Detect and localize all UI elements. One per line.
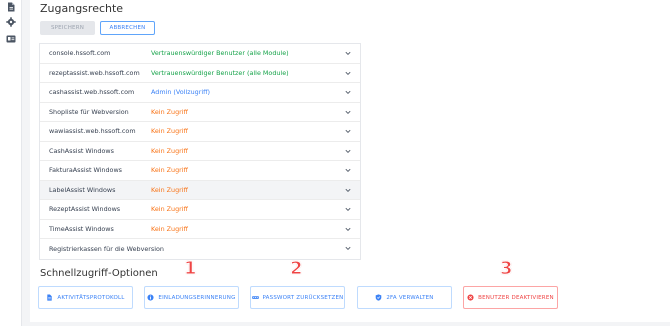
quick-option-label: 2FA VERWALTEN <box>386 294 434 301</box>
quick-option-label: EINLADUNGSERINNERUNG <box>158 294 236 301</box>
chevron-down-icon[interactable] <box>345 149 351 154</box>
access-row[interactable]: FakturaAssist Windows Kein Zugriff <box>40 161 360 181</box>
access-row[interactable]: Shopliste für Webversion Kein Zugriff <box>40 103 360 122</box>
access-rights-list: console.hssoft.com Vertrauenswürdiger Ben… <box>39 43 361 260</box>
access-row[interactable]: wawiassist.web.hssoft.com Kein Zugriff <box>40 122 360 142</box>
info-circle-icon <box>147 294 154 301</box>
reset-password-button[interactable]: PASSWORT ZURÜCKSETZEN <box>250 286 345 309</box>
access-row[interactable]: cashassist.web.hssoft.com Admin (Vollzugr… <box>40 83 360 103</box>
access-row-name: console.hssoft.com <box>49 49 111 58</box>
access-row[interactable]: RezeptAssist Windows Kein Zugriff <box>40 200 360 220</box>
access-row-name: cashassist.web.hssoft.com <box>49 88 135 97</box>
access-row[interactable]: rezeptassist.web.hssoft.com Vertrauenswür… <box>40 64 360 83</box>
access-row-permission: Kein Zugriff <box>151 146 188 155</box>
access-row-name: TimeAssist Windows <box>49 224 114 233</box>
annotation-number-3: 3 <box>500 258 513 280</box>
access-row-permission: Kein Zugriff <box>151 107 188 116</box>
access-row-permission: Kein Zugriff <box>151 205 188 214</box>
shield-icon <box>375 294 382 301</box>
access-row[interactable]: console.hssoft.com Vertrauenswürdiger Ben… <box>40 44 360 64</box>
quick-option-label: BENUTZER DEAKTIVIEREN <box>478 294 554 301</box>
page-footer-strip <box>30 322 670 326</box>
annotation-number-1: 1 <box>184 258 197 280</box>
access-row-name: wawiassist.web.hssoft.com <box>49 127 136 136</box>
document-icon[interactable] <box>6 2 16 12</box>
chevron-down-icon[interactable] <box>345 129 351 134</box>
password-dots-icon <box>251 294 259 301</box>
access-row-permission: Kein Zugriff <box>151 224 188 233</box>
chevron-down-icon[interactable] <box>345 90 351 95</box>
chevron-down-icon[interactable] <box>345 168 351 173</box>
close-circle-icon <box>467 294 474 301</box>
access-row-name: rezeptassist.web.hssoft.com <box>49 68 140 77</box>
access-row-name: Registrierkassen für die Webversion <box>49 244 164 253</box>
invitation-reminder-button[interactable]: EINLADUNGSERINNERUNG <box>144 286 239 309</box>
document-icon <box>46 294 53 301</box>
save-button[interactable]: SPEICHERN <box>40 21 95 35</box>
annotation-number-2: 2 <box>290 258 303 280</box>
chevron-down-icon[interactable] <box>345 71 351 76</box>
quick-option-label: AKTIVITÄTSPROTOKOLL <box>57 294 125 301</box>
access-row-permission: Vertrauenswürdiger Benutzer (alle Module… <box>151 49 289 58</box>
access-row-name: Shopliste für Webversion <box>49 107 129 116</box>
access-row[interactable]: CashAssist Windows Kein Zugriff <box>40 142 360 161</box>
chevron-down-icon[interactable] <box>345 188 351 193</box>
access-row-name: RezeptAssist Windows <box>49 205 121 214</box>
id-card-icon[interactable] <box>6 34 16 44</box>
page-title: Zugangsrechte <box>40 2 124 15</box>
access-row[interactable]: TimeAssist Windows Kein Zugriff <box>40 220 360 239</box>
activity-log-button[interactable]: AKTIVITÄTSPROTOKOLL <box>38 286 133 309</box>
main-panel: Zugangsrechte SPEICHERN ABBRECHEN consol… <box>30 0 670 322</box>
gear-icon[interactable] <box>6 17 16 27</box>
quick-option-label: PASSWORT ZURÜCKSETZEN <box>262 294 344 301</box>
access-row-name: LabelAssist Windows <box>49 185 116 194</box>
access-row-permission: Admin (Vollzugriff) <box>151 88 210 97</box>
quick-options-title: Schnellzugriff-Optionen <box>40 268 158 279</box>
chevron-down-icon[interactable] <box>345 110 351 115</box>
access-row[interactable]: Registrierkassen für die Webversion <box>40 239 360 259</box>
chevron-down-icon[interactable] <box>345 51 351 56</box>
cancel-button[interactable]: ABBRECHEN <box>100 21 155 35</box>
chevron-down-icon[interactable] <box>345 227 351 232</box>
sidebar <box>0 0 22 326</box>
access-row-permission: Kein Zugriff <box>151 127 188 136</box>
access-row-permission: Kein Zugriff <box>151 185 188 194</box>
chevron-down-icon[interactable] <box>345 246 351 251</box>
access-row-name: FakturaAssist Windows <box>49 166 123 175</box>
access-row-permission: Kein Zugriff <box>151 166 188 175</box>
access-row[interactable]: LabelAssist Windows Kein Zugriff <box>40 180 360 200</box>
access-row-name: CashAssist Windows <box>49 146 114 155</box>
manage-2fa-button[interactable]: 2FA VERWALTEN <box>357 286 452 309</box>
access-row-permission: Vertrauenswürdiger Benutzer (alle Module… <box>151 68 289 77</box>
deactivate-user-button[interactable]: BENUTZER DEAKTIVIEREN <box>463 286 558 309</box>
chevron-down-icon[interactable] <box>345 207 351 212</box>
